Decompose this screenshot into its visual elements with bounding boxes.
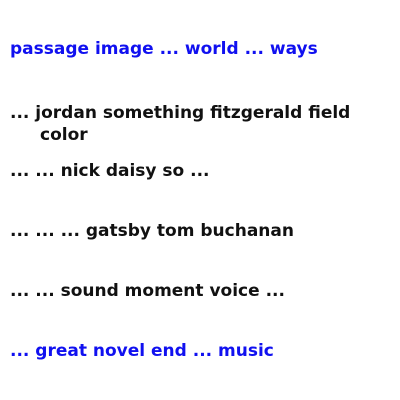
text-line-3: ... ... nick daisy so ...: [10, 161, 210, 181]
text-line-2: ... jordan something fitzgerald field co…: [10, 102, 360, 146]
text-line-6: ... great novel end ... music: [10, 341, 274, 361]
text-line-4: ... ... ... gatsby tom buchanan: [10, 221, 294, 241]
text-line-2-part-1: ... jordan something fitzgerald field: [10, 103, 351, 123]
text-line-2-part-2: color: [40, 125, 88, 145]
text-line-5: ... ... sound moment voice ...: [10, 281, 285, 301]
text-line-1: passage image ... world ... ways: [10, 39, 318, 59]
